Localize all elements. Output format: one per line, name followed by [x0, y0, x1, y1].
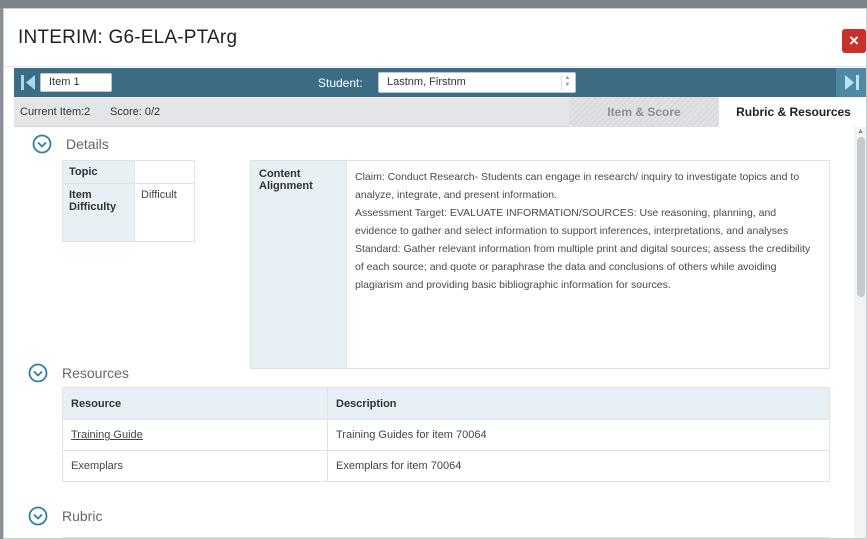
chevron-down-circle-icon — [28, 363, 48, 383]
item-select[interactable]: Item 1 — [40, 73, 112, 92]
claim-text: Claim: Conduct Research- Students can en… — [355, 171, 800, 201]
content-alignment-body: Claim: Conduct Research- Students can en… — [346, 160, 830, 369]
table-row: Item Difficulty Difficult — [62, 183, 195, 242]
resources-heading: Resources — [62, 365, 129, 381]
chevron-down-circle-icon — [32, 134, 52, 154]
rubric-heading: Rubric — [62, 508, 103, 524]
double-chevron-right-icon — [845, 75, 859, 90]
content-alignment-label: Content Alignment — [250, 160, 347, 369]
scroll-up-icon[interactable]: ▲ — [857, 128, 864, 135]
assessment-target-text: Assessment Target: EVALUATE INFORMATION/… — [355, 207, 789, 237]
score-text: Score: 0/2 — [110, 106, 161, 118]
tab-item-score[interactable]: Item & Score — [569, 97, 719, 127]
column-header-description: Description — [327, 387, 830, 420]
next-item-button[interactable] — [836, 68, 866, 97]
current-item-text: Current Item:2 — [20, 106, 91, 118]
topic-value — [134, 160, 195, 184]
standard-text: Standard: Gather relevant information fr… — [355, 243, 811, 291]
vertical-scrollbar[interactable]: ▲ — [854, 127, 866, 538]
dialog-titlebar: INTERIM: G6-ELA-PTArg × — [4, 9, 866, 67]
resources-table: Resource Description Training Guide Trai… — [62, 387, 830, 482]
resource-cell: Training Guide — [62, 419, 328, 451]
difficulty-label: Item Difficulty — [62, 183, 135, 242]
dialog-title: INTERIM: G6-ELA-PTArg — [18, 27, 238, 48]
close-icon: × — [849, 31, 859, 50]
table-row: Content Alignment Claim: Conduct Researc… — [250, 160, 830, 369]
select-arrows-icon: ▲ ▼ — [561, 75, 571, 90]
training-guide-link[interactable]: Training Guide — [71, 429, 143, 441]
topic-label: Topic — [62, 160, 135, 184]
student-select[interactable]: Lastnm, Firstnm ▲ ▼ — [378, 72, 576, 93]
double-chevron-left-icon[interactable] — [20, 74, 36, 91]
difficulty-value: Difficult — [134, 183, 195, 242]
table-header-row: Resource Description — [62, 387, 830, 420]
rubric-resources-panel: Details Topic Item Difficulty Difficult … — [14, 127, 854, 538]
resource-cell: Exemplars — [62, 450, 328, 482]
student-label: Student: — [318, 76, 363, 90]
item-viewer-dialog: INTERIM: G6-ELA-PTArg × Item 1 Student: … — [3, 8, 867, 539]
table-row: Topic — [62, 160, 195, 184]
background-strip — [0, 0, 867, 8]
details-heading: Details — [66, 136, 109, 152]
item-navigation-bar: Item 1 Student: Lastnm, Firstnm ▲ ▼ — [14, 68, 866, 97]
item-info-bar: Current Item:2 Score: 0/2 Item & Score R… — [14, 97, 866, 127]
chevron-down-circle-icon — [28, 506, 48, 526]
description-cell: Exemplars for item 70064 — [327, 450, 830, 482]
description-cell: Training Guides for item 70064 — [327, 419, 830, 451]
table-row: Exemplars Exemplars for item 70064 — [62, 450, 830, 482]
content-alignment-table: Content Alignment Claim: Conduct Researc… — [250, 160, 830, 369]
tab-rubric-resources[interactable]: Rubric & Resources — [719, 97, 866, 127]
student-select-value: Lastnm, Firstnm — [387, 76, 466, 88]
table-row: Training Guide Training Guides for item … — [62, 419, 830, 451]
column-header-resource: Resource — [62, 387, 328, 420]
details-table: Topic Item Difficulty Difficult — [62, 160, 195, 242]
scrollbar-thumb[interactable] — [857, 137, 865, 297]
close-button[interactable]: × — [842, 29, 866, 53]
